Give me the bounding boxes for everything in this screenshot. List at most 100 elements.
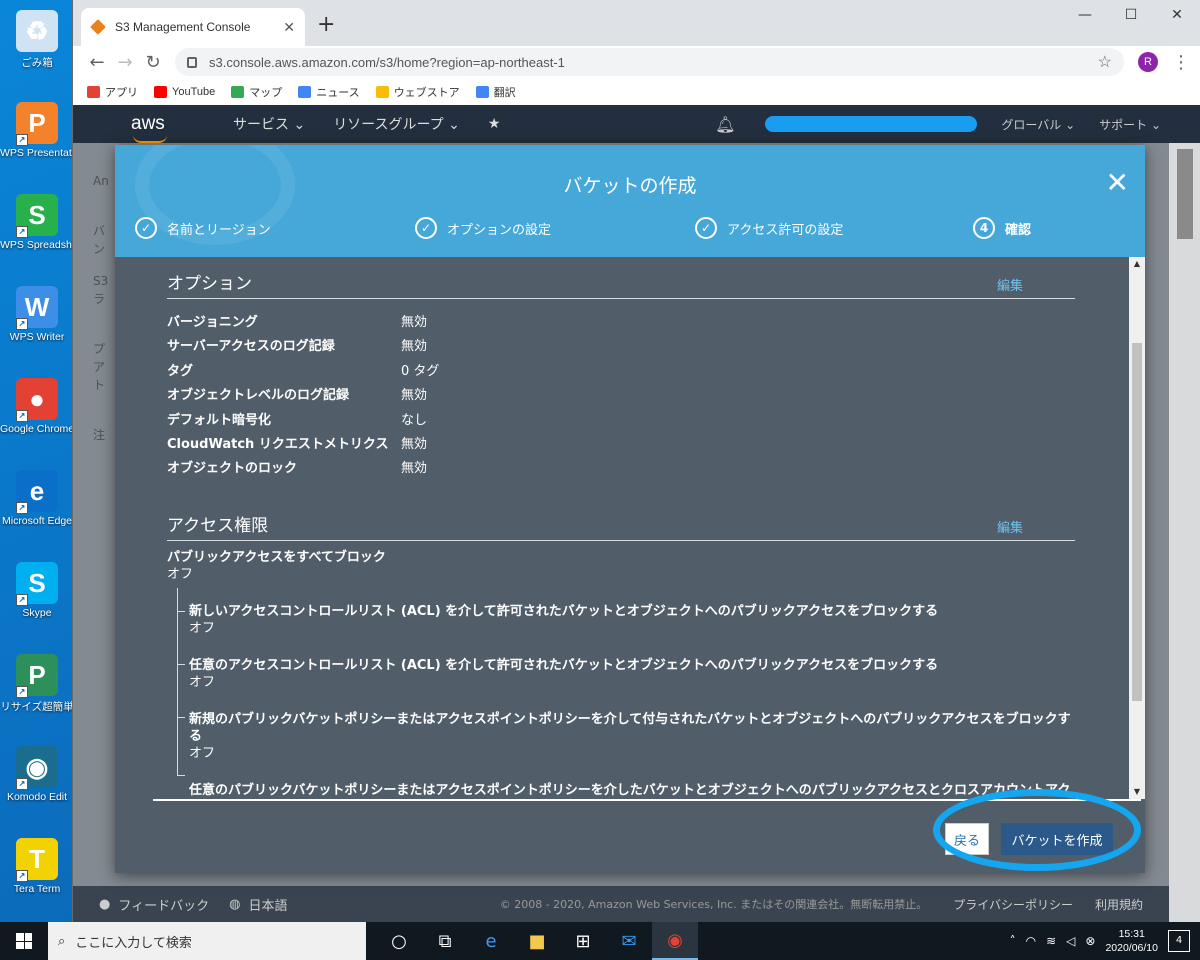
close-window-button[interactable]: ✕: [1154, 4, 1200, 26]
access-sub-label: 任意のアクセスコントロールリスト (ACL) を介して許可されたバケットとオブジ…: [189, 658, 939, 673]
volume-icon[interactable]: ◁: [1066, 934, 1075, 948]
cortana-icon[interactable]: ○: [376, 922, 422, 960]
store-icon[interactable]: ⊞: [560, 922, 606, 960]
scroll-thumb[interactable]: [1132, 343, 1142, 701]
option-row: オブジェクトレベルのログ記録 無効: [167, 384, 1075, 408]
bookmark-item[interactable]: アプリ: [87, 84, 138, 100]
option-row: オブジェクトのロック 無効: [167, 457, 1075, 481]
bookmark-icon: [231, 85, 245, 98]
start-button[interactable]: [0, 922, 48, 960]
bookmark-icon: [298, 85, 312, 98]
mail-icon[interactable]: ✉: [606, 922, 652, 960]
notification-center-icon[interactable]: 4: [1168, 930, 1190, 952]
minimize-button[interactable]: —: [1062, 4, 1108, 26]
services-menu[interactable]: サービス ⌄: [233, 114, 305, 134]
desktop-icon[interactable]: W ↗ WPS Writer: [0, 286, 74, 343]
create-bucket-dialog: バケットの作成 ✕ ✓ 名前とリージョン ✓ オプションの設定 ✓ アクセス許可の設定 4 確…: [115, 145, 1145, 873]
access-edit-link[interactable]: 編集: [997, 517, 1023, 536]
tree-tick: [177, 775, 185, 776]
shortcut-arrow-icon: ↗: [16, 318, 28, 330]
language-selector[interactable]: ◍ 日本語: [229, 895, 287, 914]
desktop-icon[interactable]: ◉ ↗ Komodo Edit: [0, 746, 74, 803]
mute-icon[interactable]: ⊗: [1085, 934, 1095, 948]
access-sub-item: 新規のパブリックバケットポリシーまたはアクセスポイントポリシーを介して付与された…: [167, 711, 1077, 762]
option-row: バージョニング 無効: [167, 311, 1075, 335]
address-bar[interactable]: s3.console.aws.amazon.com/s3/home?region…: [175, 48, 1124, 76]
wizard-step[interactable]: ✓ アクセス許可の設定: [695, 217, 975, 239]
maximize-button[interactable]: ☐: [1108, 4, 1154, 26]
chevron-up-icon[interactable]: ˄: [1010, 934, 1016, 948]
tab-strip: S3 Management Console ✕ + — ☐ ✕: [73, 0, 1200, 46]
file-explorer-icon[interactable]: ■: [514, 922, 560, 960]
wifi-icon[interactable]: ≋: [1046, 934, 1056, 948]
desktop-icon[interactable]: e ↗ Microsoft Edge: [0, 470, 74, 527]
browser-tab[interactable]: S3 Management Console ✕: [81, 8, 305, 46]
dialog-scrollbar[interactable]: ▲ ▼: [1129, 257, 1145, 799]
access-sub-item: 新しいアクセスコントロールリスト (ACL) を介して許可されたバケットとオブジ…: [167, 603, 1077, 637]
forward-arrow-icon[interactable]: →: [111, 52, 139, 73]
bookmark-item[interactable]: マップ: [231, 84, 282, 100]
clock[interactable]: 15:31 2020/06/10: [1105, 927, 1158, 955]
profile-avatar[interactable]: R: [1138, 52, 1158, 72]
option-value: 無効: [401, 437, 428, 453]
option-value: 無効: [401, 339, 428, 355]
bell-icon[interactable]: 🔔︎: [715, 115, 735, 134]
shortcut-arrow-icon: ↗: [16, 134, 28, 146]
option-row: サーバーアクセスのログ記録 無効: [167, 335, 1075, 359]
desktop-icon[interactable]: ♻ ごみ箱: [0, 10, 74, 70]
feedback-link[interactable]: ● フィードバック: [99, 895, 209, 914]
pin-icon[interactable]: ★: [488, 116, 501, 132]
bookmark-star-icon[interactable]: ☆: [1098, 52, 1112, 72]
aws-top-nav: aws サービス ⌄ リソースグループ ⌄ ★ 🔔︎ グローバル ⌄ サポート …: [73, 105, 1200, 143]
app-icon: ◉ ↗: [16, 746, 58, 790]
edge-icon[interactable]: e: [468, 922, 514, 960]
bookmark-item[interactable]: YouTube: [154, 85, 215, 98]
desktop-icon[interactable]: P ↗ リサイズ超簡単: [0, 654, 74, 714]
desktop-icon[interactable]: ● ↗ Google Chrome: [0, 378, 74, 435]
options-edit-link[interactable]: 編集: [997, 275, 1023, 294]
privacy-policy-link[interactable]: プライバシーポリシー: [953, 896, 1073, 913]
desktop-icon[interactable]: S ↗ WPS Spreadshe: [0, 194, 74, 251]
scroll-up-icon[interactable]: ▲: [1129, 257, 1145, 271]
app-glyph: e: [29, 475, 45, 506]
access-sub-value: オフ: [189, 621, 216, 636]
resource-groups-menu[interactable]: リソースグループ ⌄: [333, 114, 460, 134]
aws-logo[interactable]: aws: [131, 113, 191, 143]
wizard-step[interactable]: ✓ 名前とリージョン: [135, 217, 415, 239]
close-tab-icon[interactable]: ✕: [283, 19, 295, 36]
desktop-icon[interactable]: S ↗ Skype: [0, 562, 74, 619]
wizard-step[interactable]: ✓ オプションの設定: [415, 217, 695, 239]
app-glyph: ♻: [25, 15, 49, 46]
network-icon[interactable]: ◠: [1026, 934, 1036, 948]
chrome-icon[interactable]: ◉: [652, 922, 698, 960]
terms-link[interactable]: 利用規約: [1095, 896, 1143, 913]
shortcut-arrow-icon: ↗: [16, 778, 28, 790]
reload-icon[interactable]: ↻: [139, 52, 167, 73]
scroll-down-icon[interactable]: ▼: [1129, 785, 1145, 799]
support-menu[interactable]: サポート ⌄: [1099, 116, 1161, 133]
app-glyph: S: [28, 567, 46, 598]
taskbar-search[interactable]: ⌕ ここに入力して検索: [48, 922, 366, 960]
check-circle-icon: ✓: [135, 217, 157, 239]
region-menu[interactable]: グローバル ⌄: [1001, 116, 1075, 133]
app-glyph: W: [24, 291, 50, 322]
menu-kebab-icon[interactable]: ⋮: [1172, 52, 1190, 73]
bookmark-item[interactable]: ウェブストア: [375, 84, 460, 100]
back-arrow-icon[interactable]: ←: [83, 52, 111, 73]
redacted-account-name[interactable]: [765, 116, 978, 132]
page-scrollbar[interactable]: [1169, 143, 1200, 922]
bookmark-label: ニュース: [316, 86, 360, 99]
task-view-icon[interactable]: ⧉: [422, 922, 468, 960]
desktop-icon[interactable]: T ↗ Tera Term: [0, 838, 74, 895]
desktop-icon[interactable]: P ↗ WPS Presentati: [0, 102, 74, 159]
option-value: 無効: [401, 461, 428, 477]
bookmark-item[interactable]: ニュース: [298, 84, 360, 100]
option-key: CloudWatch リクエストメトリクス: [167, 437, 389, 453]
tree-tick: [177, 611, 185, 612]
new-tab-button[interactable]: +: [317, 12, 335, 37]
bookmark-item[interactable]: 翻訳: [475, 84, 516, 100]
access-sub-item: 任意のアクセスコントロールリスト (ACL) を介して許可されたバケットとオブジ…: [167, 657, 1077, 691]
wizard-step: 4 確認: [973, 217, 1031, 239]
app-icon: e ↗: [16, 470, 58, 514]
close-icon[interactable]: ✕: [1106, 169, 1129, 197]
